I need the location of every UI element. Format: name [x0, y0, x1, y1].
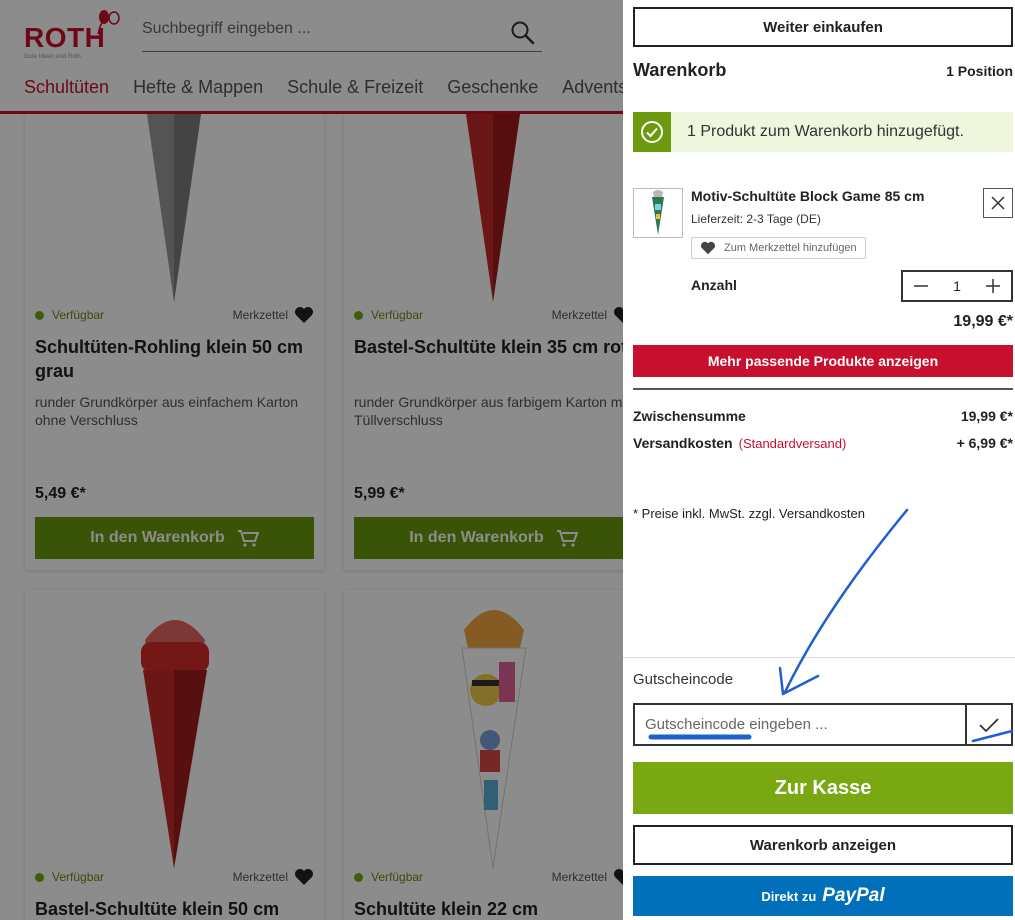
- close-icon: [991, 196, 1005, 210]
- more-products-button[interactable]: Mehr passende Produkte anzeigen: [633, 345, 1013, 377]
- remove-item-button[interactable]: [983, 188, 1013, 218]
- cart-offcanvas: Weiter einkaufen Warenkorb 1 Position 1 …: [623, 0, 1015, 920]
- coupon-form: [633, 703, 1013, 746]
- product-thumbnail-image: [652, 190, 664, 235]
- checkmark-circle-icon: [633, 112, 671, 152]
- checkout-button[interactable]: Zur Kasse: [633, 762, 1013, 814]
- checkmark-icon: [979, 717, 999, 732]
- paypal-prefix: Direkt zu: [761, 888, 817, 904]
- add-to-wishlist-button[interactable]: Zum Merkzettel hinzufügen: [691, 237, 866, 259]
- paypal-button[interactable]: Direkt zu PayPal: [633, 876, 1013, 916]
- add-to-wishlist-label: Zum Merkzettel hinzufügen: [724, 242, 857, 254]
- quantity-increase-button[interactable]: [975, 272, 1011, 300]
- heart-icon: [701, 241, 715, 255]
- footer-divider: [623, 657, 1015, 658]
- view-cart-button[interactable]: Warenkorb anzeigen: [633, 825, 1013, 865]
- quantity-value[interactable]: 1: [939, 278, 975, 294]
- success-message: 1 Produkt zum Warenkorb hinzugefügt.: [687, 123, 964, 140]
- paypal-logo: PayPal: [822, 885, 885, 906]
- continue-shopping-button[interactable]: Weiter einkaufen: [633, 7, 1013, 47]
- coupon-input[interactable]: [635, 705, 965, 744]
- item-price: 19,99 €*: [953, 313, 1013, 330]
- subtotal-value: 19,99 €*: [960, 408, 1013, 424]
- cart-position-count: 1 Position: [946, 63, 1013, 79]
- shipping-method-link[interactable]: (Standardversand): [739, 436, 847, 451]
- quantity-stepper: 1: [901, 270, 1013, 302]
- item-delivery-time: Lieferzeit: 2-3 Tage (DE): [691, 212, 821, 226]
- shipping-label: Versandkosten: [633, 435, 733, 451]
- quantity-decrease-button[interactable]: [903, 272, 939, 300]
- item-thumbnail[interactable]: [633, 188, 683, 238]
- divider: [633, 388, 1013, 390]
- subtotal-row: Zwischensumme 19,99 €*: [633, 408, 1013, 424]
- cart-title: Warenkorb: [633, 60, 727, 80]
- tax-note: * Preise inkl. MwSt. zzgl. Versandkosten: [633, 506, 865, 521]
- coupon-label: Gutscheincode: [633, 671, 734, 688]
- item-name[interactable]: Motiv-Schultüte Block Game 85 cm: [691, 188, 924, 204]
- shipping-value: + 6,99 €*: [956, 435, 1013, 451]
- backdrop-overlay[interactable]: [0, 0, 623, 920]
- plus-icon: [986, 279, 1000, 293]
- subtotal-label: Zwischensumme: [633, 408, 746, 424]
- success-alert: 1 Produkt zum Warenkorb hinzugefügt.: [633, 112, 1013, 152]
- coupon-submit-button[interactable]: [965, 705, 1011, 744]
- minus-icon: [914, 285, 928, 287]
- shipping-row: Versandkosten (Standardversand) + 6,99 €*: [633, 435, 1013, 451]
- quantity-label: Anzahl: [691, 277, 737, 293]
